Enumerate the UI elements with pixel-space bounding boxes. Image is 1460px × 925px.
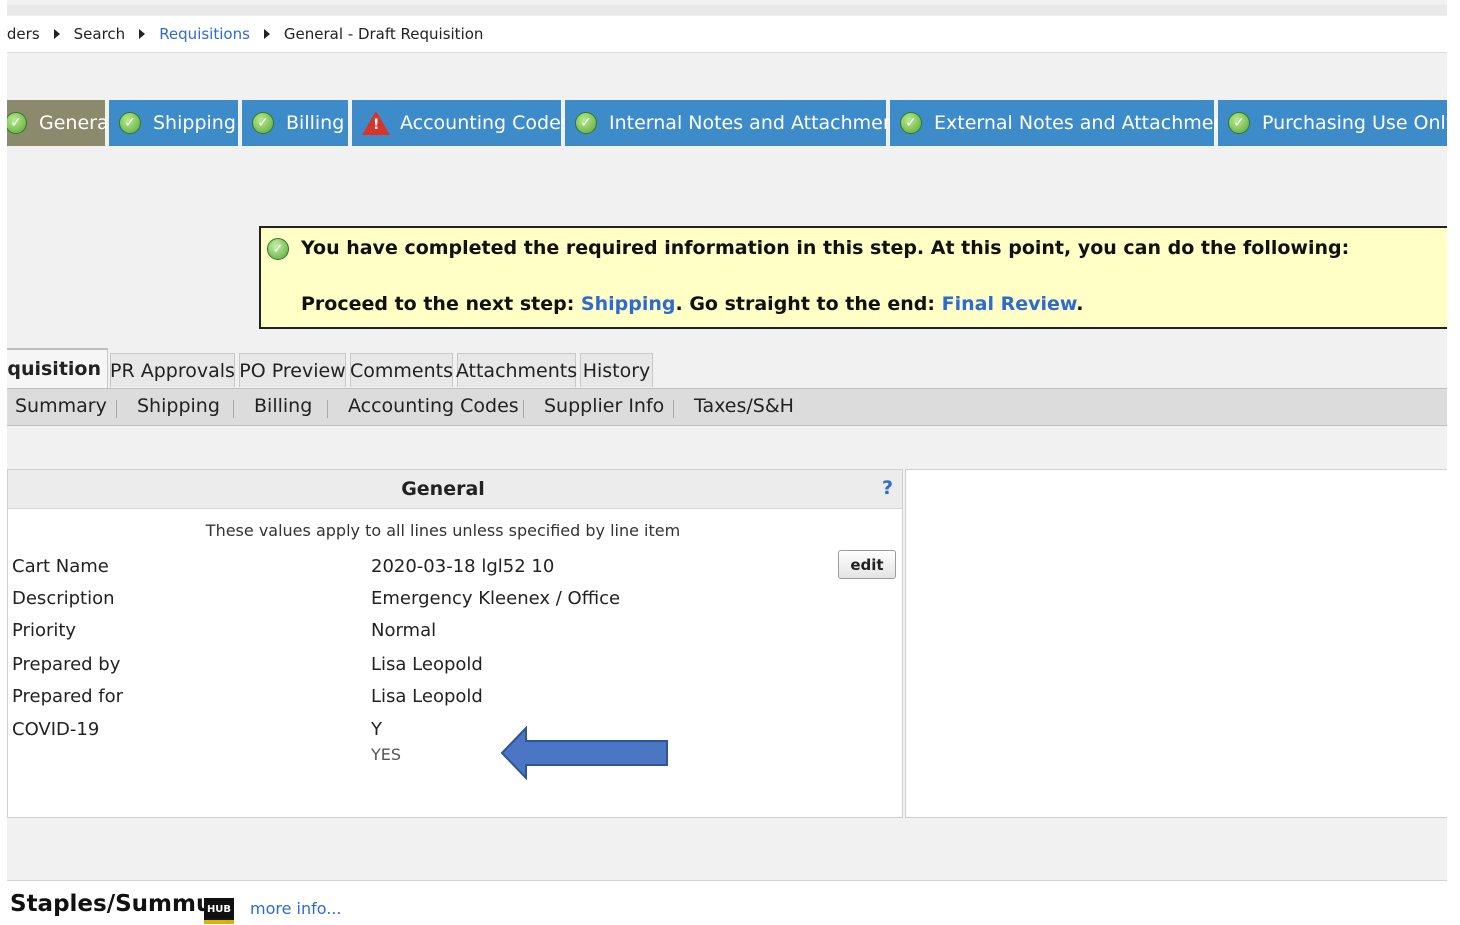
check-icon: ✓: [900, 112, 922, 134]
notice-period: .: [1076, 293, 1084, 315]
hub-logo-icon: HUB: [204, 898, 234, 924]
prepared-for-label: Prepared for: [12, 686, 124, 707]
general-panel: General ? These values apply to all line…: [7, 469, 903, 818]
subnav-supplier-info[interactable]: Supplier Info: [544, 395, 664, 417]
step-tab-general[interactable]: ✓ General: [7, 100, 114, 146]
prepared-by-value: Lisa Leopold: [371, 654, 483, 675]
general-panel-header: General ?: [8, 470, 902, 509]
supplier-section: Staples/Summus HUB more info...: [7, 880, 1447, 925]
cart-name-value: 2020-03-18 lgl52 10: [371, 556, 555, 577]
next-step-link[interactable]: Shipping: [581, 293, 676, 315]
step-tab-label: General: [39, 112, 114, 134]
subnav-divider: [327, 400, 328, 418]
step-tab-shipping[interactable]: ✓ Shipping: [109, 100, 238, 146]
top-strip: [7, 5, 1447, 15]
notice-proceed-text: Proceed to the next step:: [301, 293, 581, 315]
step-tab-label: Purchasing Use Only: [1262, 112, 1447, 134]
breadcrumb-orders[interactable]: rders: [7, 25, 40, 43]
step-tab-label: Shipping: [153, 112, 236, 134]
check-icon: ✓: [267, 238, 289, 260]
more-info-link[interactable]: more info...: [250, 899, 342, 918]
check-icon: ✓: [1228, 112, 1250, 134]
covid-value: Y: [371, 719, 382, 740]
supplier-name: Staples/Summus: [10, 891, 227, 917]
left-arrow-icon: [500, 726, 668, 780]
step-tab-accounting-codes[interactable]: ! Accounting Codes: [352, 100, 571, 146]
subnav-taxes[interactable]: Taxes/S&H: [694, 395, 794, 417]
subnav-divider: [673, 400, 674, 418]
notice-end-text: . Go straight to the end:: [675, 293, 942, 315]
priority-label: Priority: [12, 620, 77, 641]
breadcrumb: rders Search Requisitions General - Draf…: [7, 16, 1447, 53]
prepared-by-label: Prepared by: [12, 654, 121, 675]
subnav-shipping[interactable]: Shipping: [137, 395, 220, 417]
breadcrumb-current: General - Draft Requisition: [283, 25, 484, 43]
priority-value: Normal: [371, 620, 437, 641]
help-icon[interactable]: ?: [882, 477, 893, 499]
right-panel: [905, 469, 1447, 818]
completion-notice: ✓ You have completed the required inform…: [259, 226, 1447, 329]
step-tabs: ✓ General ✓ Shipping ✓ Billing ! Account…: [7, 100, 1447, 146]
warning-icon: !: [362, 111, 390, 135]
breadcrumb-separator-icon: [53, 29, 60, 39]
step-tab-label: Billing: [286, 112, 345, 134]
sub-navigation: Summary Shipping Billing Accounting Code…: [7, 388, 1447, 426]
subnav-divider: [116, 400, 117, 418]
breadcrumb-search[interactable]: Search: [74, 25, 126, 43]
prepared-for-value: Lisa Leopold: [371, 686, 483, 707]
tab-requisition[interactable]: Requisition: [7, 348, 108, 388]
tab-po-preview[interactable]: PO Preview: [239, 353, 346, 387]
subnav-accounting-codes[interactable]: Accounting Codes: [348, 395, 519, 417]
breadcrumb-requisitions-link[interactable]: Requisitions: [159, 25, 250, 43]
description-value: Emergency Kleenex / Office: [371, 588, 621, 609]
app-shell: rders Search Requisitions General - Draf…: [7, 0, 1447, 925]
tab-pr-approvals[interactable]: PR Approvals: [110, 353, 235, 387]
subnav-summary[interactable]: Summary: [15, 395, 107, 417]
step-tab-label: Accounting Codes: [400, 112, 571, 134]
tab-history[interactable]: History: [580, 353, 653, 387]
edit-button[interactable]: edit: [838, 550, 896, 579]
check-icon: ✓: [7, 112, 27, 134]
description-label: Description: [12, 588, 115, 609]
cart-name-label: Cart Name: [12, 556, 109, 577]
check-icon: ✓: [119, 112, 141, 134]
step-tab-label: External Notes and Attachments: [934, 112, 1243, 134]
breadcrumb-separator-icon: [139, 29, 146, 39]
subnav-divider: [523, 400, 524, 418]
notice-message: You have completed the required informat…: [301, 237, 1350, 259]
general-panel-title: General: [401, 478, 485, 500]
step-tab-label: Internal Notes and Attachments: [609, 112, 913, 134]
step-tab-purchasing-use-only[interactable]: ✓ Purchasing Use Only: [1218, 100, 1447, 146]
step-tab-internal-notes[interactable]: ✓ Internal Notes and Attachments: [565, 100, 912, 146]
notice-actions: Proceed to the next step: Shipping. Go s…: [301, 293, 1083, 315]
final-review-link[interactable]: Final Review: [942, 293, 1077, 315]
requisition-tabs: Requisition PR Approvals PO Preview Comm…: [7, 348, 1447, 388]
subnav-billing[interactable]: Billing: [254, 395, 312, 417]
covid-sub-value: YES: [371, 745, 402, 764]
step-tab-external-notes[interactable]: ✓ External Notes and Attachments: [890, 100, 1243, 146]
tab-comments[interactable]: Comments: [350, 353, 453, 387]
general-panel-note: These values apply to all lines unless s…: [205, 521, 681, 540]
tab-attachments[interactable]: Attachments: [456, 353, 577, 387]
check-icon: ✓: [252, 112, 274, 134]
breadcrumb-separator-icon: [263, 29, 270, 39]
covid-label: COVID-19: [12, 719, 100, 740]
subnav-divider: [233, 400, 234, 418]
check-icon: ✓: [575, 112, 597, 134]
step-tab-billing[interactable]: ✓ Billing: [242, 100, 348, 146]
